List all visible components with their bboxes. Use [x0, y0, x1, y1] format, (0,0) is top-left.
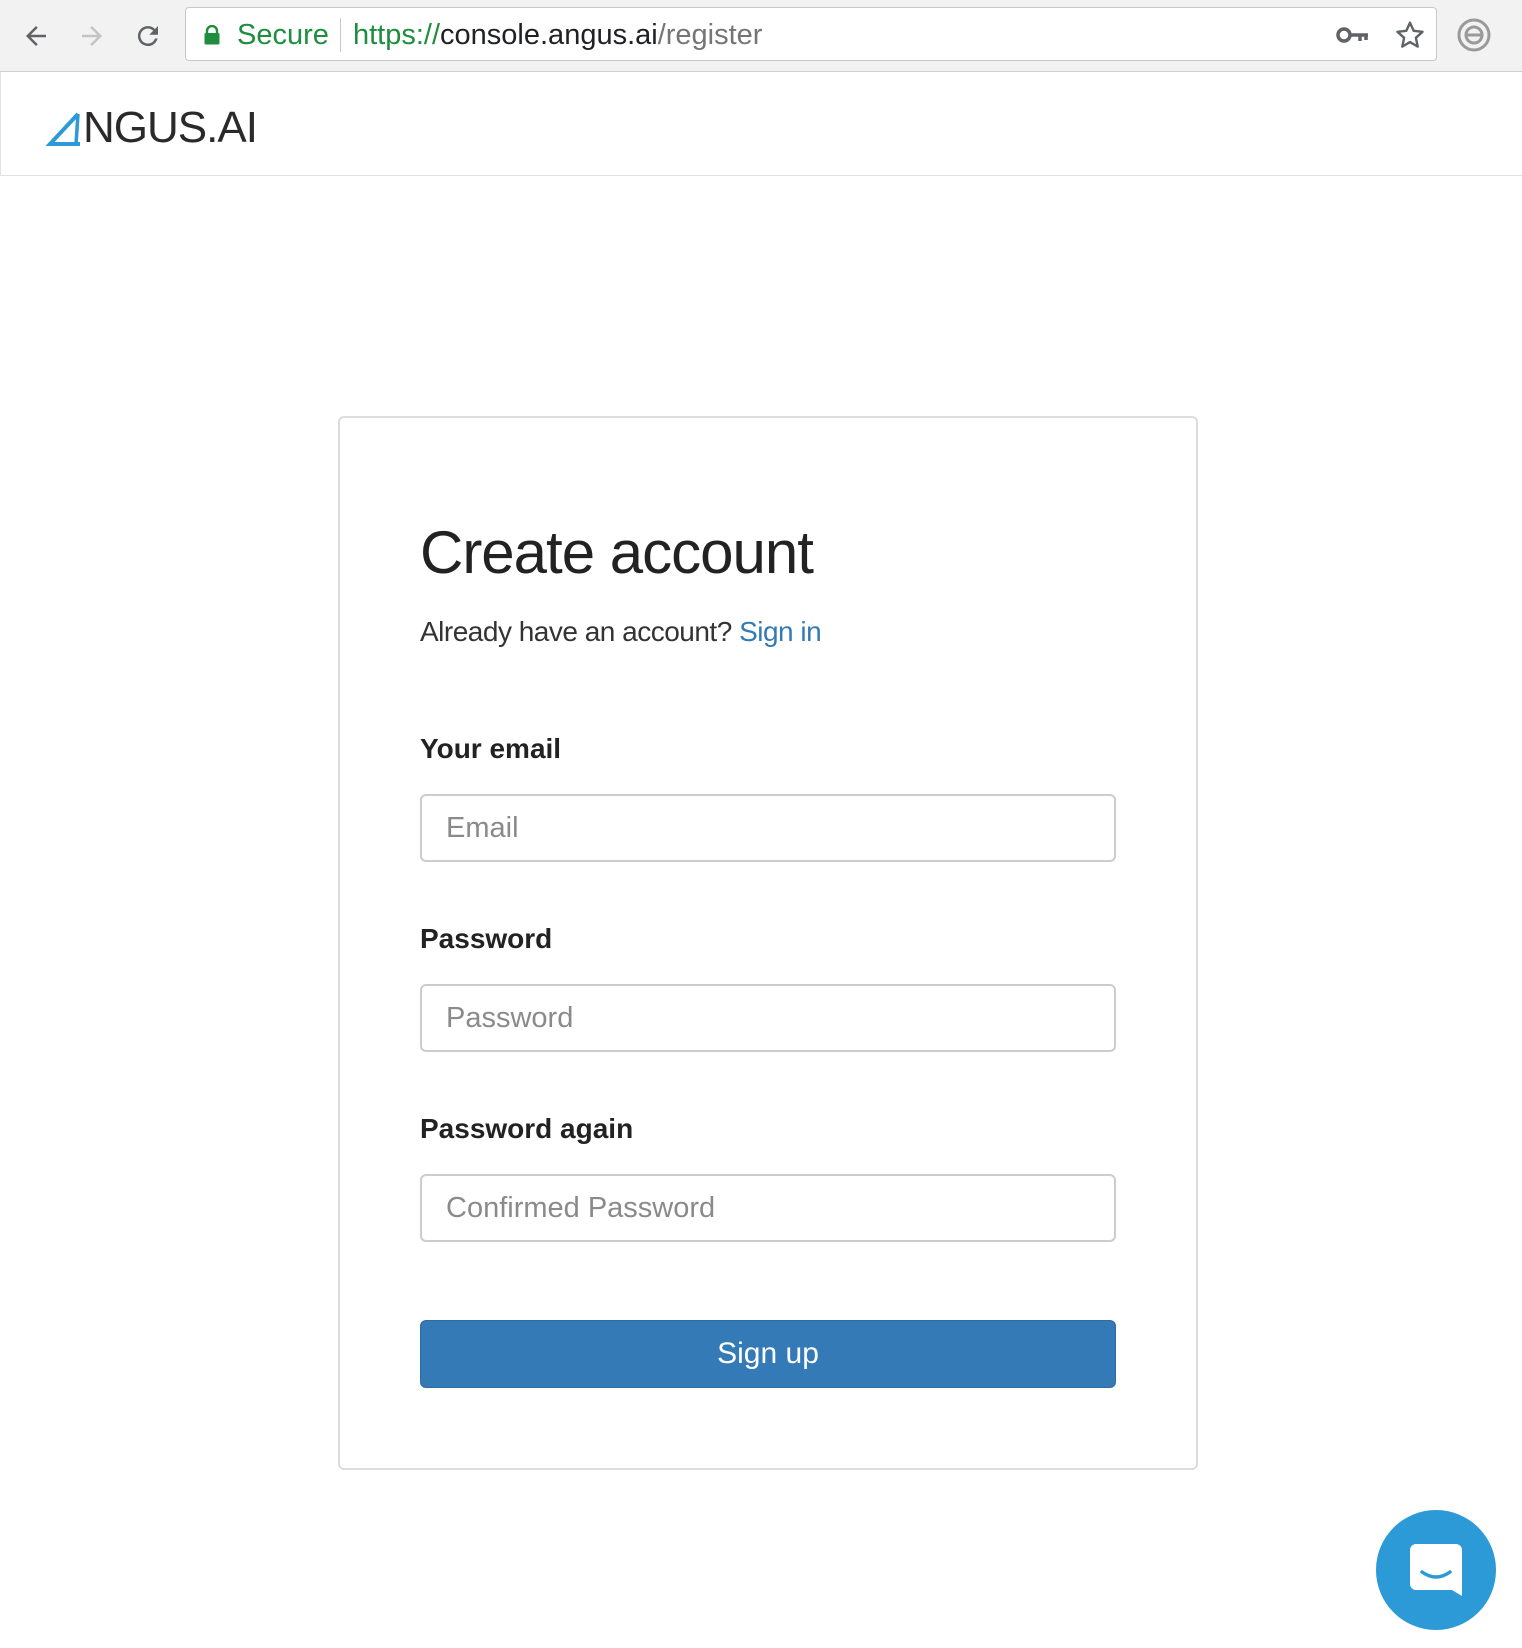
url-host: console.angus.ai	[440, 19, 658, 51]
logo-text: NGUS.AI	[83, 103, 258, 152]
signin-prompt: Already have an account?	[420, 616, 732, 647]
signin-prompt-line: Already have an account? Sign in	[420, 614, 822, 650]
password-field[interactable]	[420, 984, 1116, 1052]
forward-button[interactable]	[70, 14, 114, 58]
password-label: Password	[420, 923, 553, 954]
extension-icon[interactable]	[1456, 17, 1492, 53]
lock-icon	[204, 25, 220, 45]
address-bar[interactable]: Secure https://console.angus.ai/register	[185, 7, 1437, 61]
confirm-password-field[interactable]	[420, 1174, 1116, 1242]
signin-link[interactable]: Sign in	[739, 616, 822, 647]
secure-label: Secure	[237, 19, 329, 51]
browser-toolbar: Secure https://console.angus.ai/register	[0, 0, 1522, 72]
logo-mark-icon	[46, 112, 80, 146]
angus-logo[interactable]: NGUS.AI	[46, 102, 258, 152]
chat-launcher-button[interactable]	[1376, 1510, 1496, 1630]
back-button[interactable]	[14, 14, 58, 58]
signup-button[interactable]: Sign up	[420, 1320, 1116, 1388]
password-again-label: Password again	[420, 1113, 634, 1144]
email-label: Your email	[420, 733, 562, 764]
star-icon[interactable]	[1394, 19, 1426, 51]
forward-arrow-icon	[82, 26, 102, 46]
page-title: Create account	[420, 519, 814, 586]
url-scheme: https://	[353, 19, 441, 51]
address-separator	[340, 18, 341, 52]
key-icon[interactable]	[1336, 21, 1370, 49]
reload-button[interactable]	[126, 14, 170, 58]
email-field[interactable]	[420, 794, 1116, 862]
url-path: /register	[657, 19, 763, 51]
app-header: NGUS.AI	[0, 72, 1522, 176]
reload-icon	[137, 26, 158, 47]
register-card: Create account Already have an account? …	[338, 416, 1198, 1470]
back-arrow-icon	[26, 26, 46, 46]
chat-bubble-icon	[1410, 1544, 1462, 1596]
url-text[interactable]: https://console.angus.ai/register	[353, 19, 763, 51]
